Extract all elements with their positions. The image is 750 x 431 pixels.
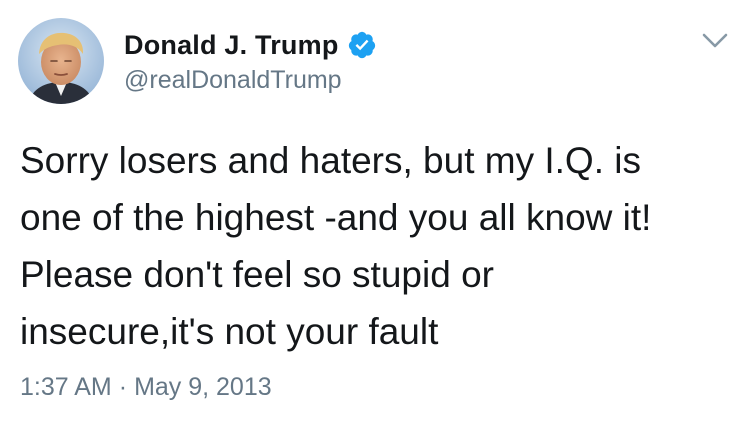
tweet-text-line: one of the highest -and you all know it!	[20, 197, 652, 238]
chevron-down-icon[interactable]	[700, 30, 730, 52]
handle[interactable]: @realDonaldTrump	[124, 66, 342, 95]
tweet-date: May 9, 2013	[134, 373, 272, 401]
tweet-card: Donald J. Trump @realDonaldTrump Sorry l…	[0, 0, 750, 431]
verified-badge-icon	[347, 30, 377, 60]
tweet-timestamp[interactable]: 1:37 AM · May 9, 2013	[20, 373, 272, 402]
tweet-text-line: Please don't feel so stupid or	[20, 254, 494, 295]
avatar[interactable]	[18, 18, 104, 104]
tweet-text: Sorry losers and haters, but my I.Q. is …	[20, 132, 736, 360]
profile-photo-icon	[18, 18, 104, 104]
separator-dot: ·	[118, 373, 128, 401]
author-name-row: Donald J. Trump	[124, 28, 377, 62]
tweet-time: 1:37 AM	[20, 373, 112, 401]
tweet-text-line: insecure,it's not your fault	[20, 311, 439, 352]
tweet-text-line: Sorry losers and haters, but my I.Q. is	[20, 140, 641, 181]
display-name[interactable]: Donald J. Trump	[124, 30, 339, 61]
